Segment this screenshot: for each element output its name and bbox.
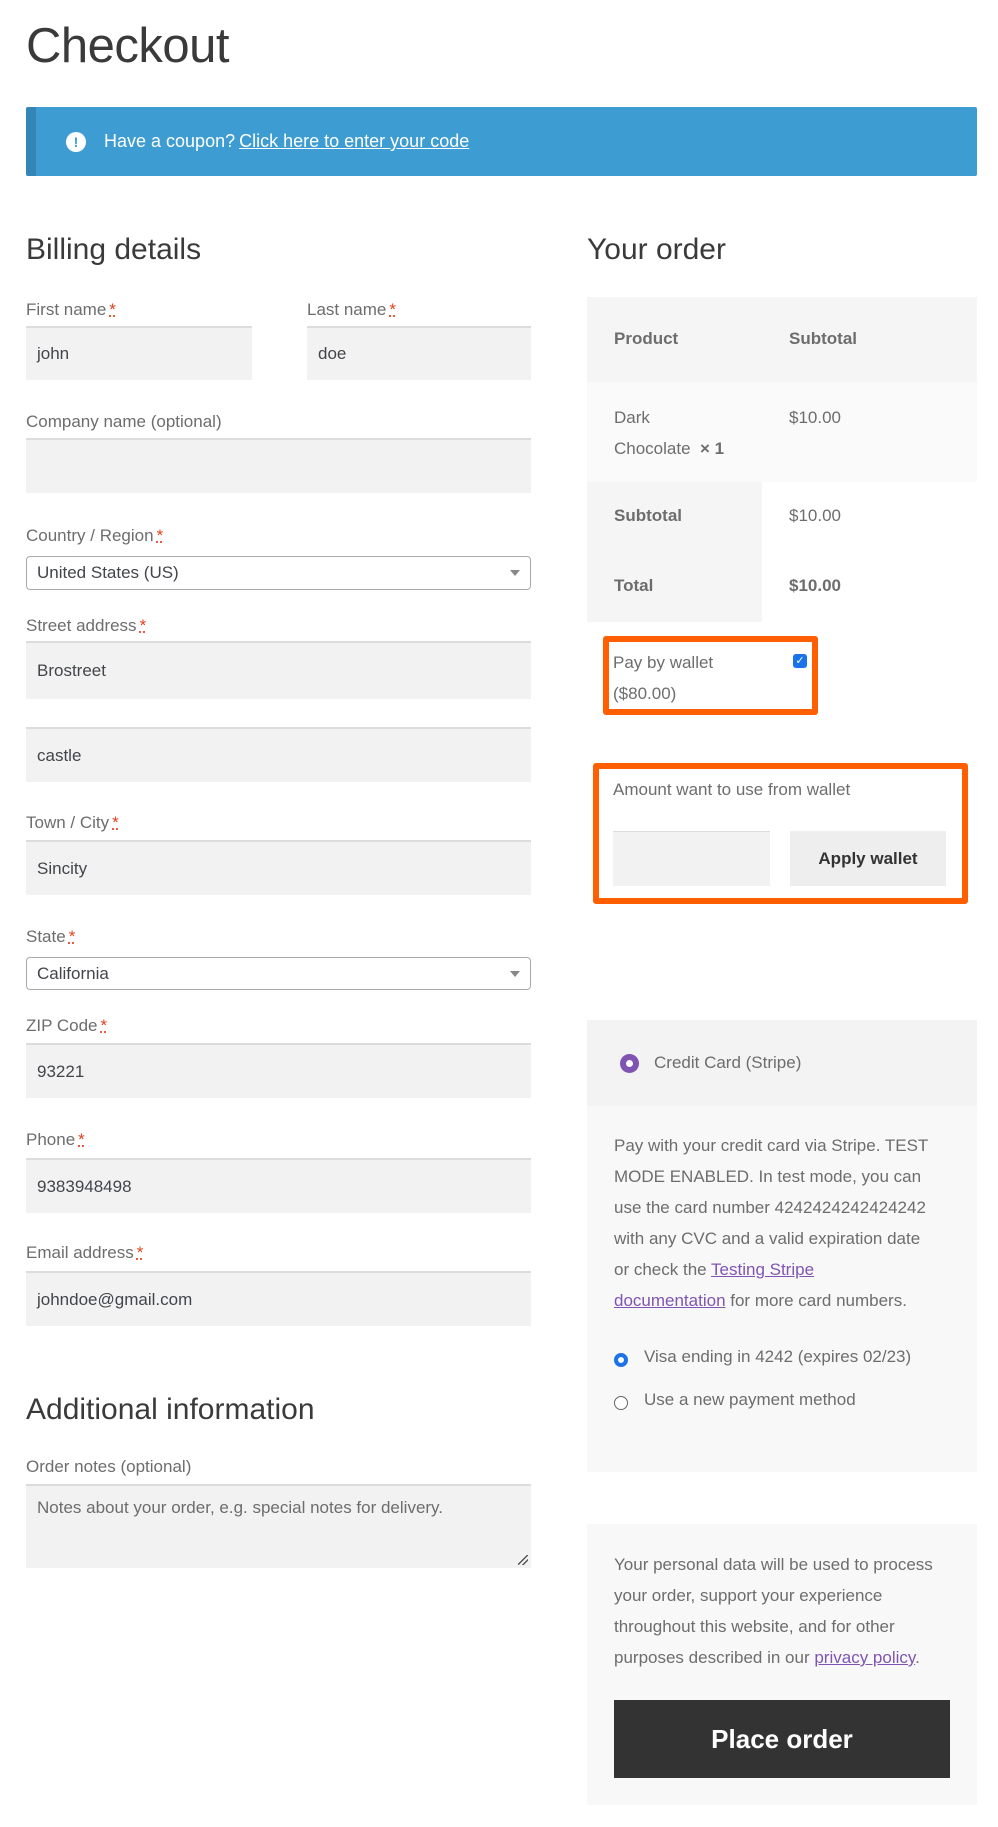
column-product: Product (614, 329, 679, 348)
wallet-amount-input[interactable] (613, 831, 770, 886)
pay-by-wallet-highlight: Pay by wallet ($80.00) ✓ (603, 636, 818, 715)
city-input[interactable]: Sincity (26, 840, 531, 895)
company-input[interactable] (26, 438, 531, 493)
first-name-input[interactable]: john (26, 326, 252, 380)
exclamation-circle-icon: ! (66, 131, 86, 152)
city-label: Town / City * (26, 813, 119, 832)
order-notes-label: Order notes (optional) (26, 1457, 192, 1476)
payment-radio-selected[interactable] (620, 1054, 639, 1073)
privacy-text: Your personal data will be used to proce… (614, 1555, 933, 1667)
product-subtotal: $10.00 (789, 408, 841, 427)
product-quantity: × 1 (700, 439, 725, 458)
country-select[interactable]: United States (US) (26, 556, 531, 590)
chevron-down-icon (510, 570, 520, 576)
new-payment-method-label[interactable]: Use a new payment method (644, 1390, 856, 1410)
last-name-input[interactable]: doe (307, 326, 531, 380)
street-address-input[interactable]: Brostreet (26, 641, 531, 699)
saved-card-label[interactable]: Visa ending in 4242 (expires 02/23) (644, 1347, 911, 1367)
pay-by-wallet-checkbox[interactable]: ✓ (793, 654, 807, 668)
column-subtotal: Subtotal (789, 329, 857, 348)
page-title: Checkout (26, 19, 230, 73)
product-name: Dark Chocolate × 1 (614, 408, 725, 458)
state-select[interactable]: California (26, 957, 531, 990)
first-name-label: First name * (26, 300, 116, 319)
street-address-2-input[interactable]: castle (26, 727, 531, 782)
total-value: $10.00 (789, 576, 841, 595)
privacy-policy-link[interactable]: privacy policy (814, 1648, 915, 1667)
email-input[interactable]: johndoe@gmail.com (26, 1271, 531, 1326)
additional-info-heading: Additional information (26, 1393, 315, 1426)
company-label: Company name (optional) (26, 412, 222, 431)
testing-stripe-link[interactable]: Testing Stripe (711, 1260, 814, 1279)
new-payment-method-radio[interactable] (614, 1396, 628, 1410)
coupon-notice: ! Have a coupon? Click here to enter you… (26, 107, 977, 176)
testing-stripe-documentation-link[interactable]: documentation (614, 1291, 726, 1310)
pay-by-wallet-label: Pay by wallet ($80.00) (613, 653, 714, 703)
state-label: State * (26, 927, 76, 946)
table-row: Dark Chocolate × 1 $10.00 (587, 382, 977, 482)
phone-label: Phone * (26, 1130, 85, 1149)
chevron-down-icon (510, 970, 520, 977)
your-order-heading: Your order (587, 233, 726, 266)
total-label: Total (614, 576, 654, 595)
order-notes-placeholder: Notes about your order, e.g. special not… (37, 1498, 444, 1517)
country-label: Country / Region * (26, 526, 164, 545)
payment-description: Pay with your credit card via Stripe. TE… (614, 1136, 929, 1310)
billing-heading: Billing details (26, 233, 202, 266)
wallet-amount-label: Amount want to use from wallet (613, 780, 851, 799)
street-label: Street address * (26, 616, 147, 635)
payment-method-label: Credit Card (Stripe) (654, 1053, 802, 1072)
last-name-label: Last name * (307, 300, 397, 319)
subtotal-value: $10.00 (789, 506, 841, 525)
saved-card-radio[interactable] (614, 1353, 628, 1367)
email-label: Email address * (26, 1243, 144, 1262)
enter-coupon-link[interactable]: Click here to enter your code (239, 131, 469, 152)
resize-handle-icon[interactable] (518, 1555, 528, 1565)
order-table: Product Subtotal Dark Chocolate × 1 $10.… (587, 297, 977, 622)
order-totals: Subtotal $10.00 Total $10.00 (587, 482, 977, 622)
order-table-header: Product Subtotal (587, 297, 977, 382)
place-order-button[interactable]: Place order (614, 1700, 950, 1778)
country-value: United States (US) (37, 563, 179, 582)
phone-input[interactable]: 9383948498 (26, 1158, 531, 1213)
apply-wallet-button[interactable]: Apply wallet (790, 831, 946, 886)
payment-method-header[interactable]: Credit Card (Stripe) (587, 1020, 977, 1106)
wallet-amount-highlight: Amount want to use from wallet Apply wal… (593, 763, 968, 904)
state-value: California (37, 963, 109, 983)
wallet-balance: ($80.00) (613, 684, 677, 703)
coupon-notice-text: Have a coupon? (104, 131, 236, 151)
subtotal-label: Subtotal (614, 506, 682, 525)
payment-method-details: Pay with your credit card via Stripe. TE… (587, 1106, 977, 1472)
zip-label: ZIP Code * (26, 1016, 108, 1035)
order-notes-textarea[interactable]: Notes about your order, e.g. special not… (26, 1484, 531, 1568)
zip-input[interactable]: 93221 (26, 1043, 531, 1098)
